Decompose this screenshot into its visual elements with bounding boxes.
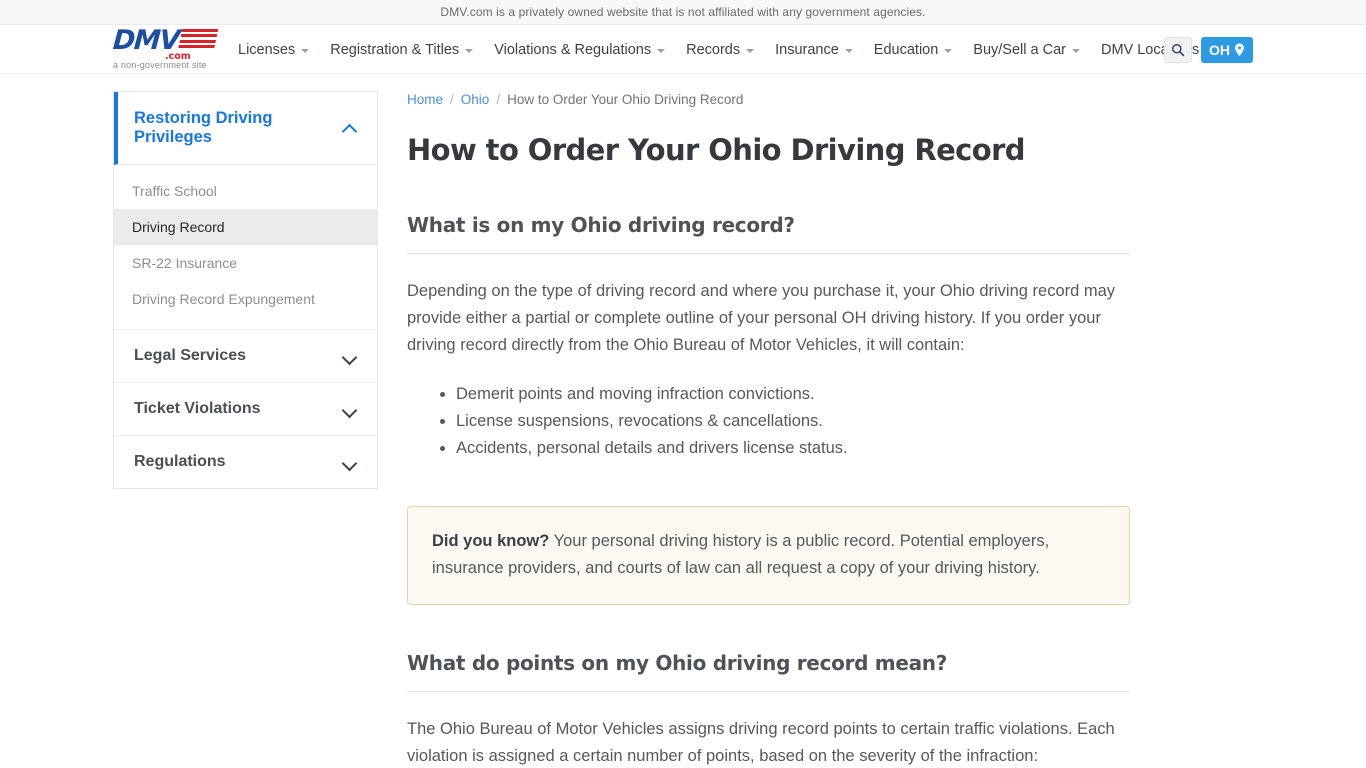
- nav-item-records[interactable]: Records: [686, 41, 755, 58]
- sidebar-section-label: Restoring Driving Privileges: [134, 109, 273, 146]
- page-body: Restoring Driving Privileges Traffic Sch…: [0, 74, 1366, 768]
- breadcrumb-separator: /: [496, 92, 501, 107]
- nav-label: Insurance: [775, 41, 839, 58]
- chevron-down-icon: [944, 48, 953, 53]
- location-pin-icon: [1235, 43, 1244, 56]
- sidebar-item-label: Driving Record Expungement: [132, 291, 315, 307]
- chevron-down-icon: [844, 48, 853, 53]
- main-navigation: Licenses Registration & Titles Violation…: [238, 25, 1199, 74]
- nav-label: Registration & Titles: [330, 41, 460, 58]
- header-actions: OH: [1164, 25, 1253, 74]
- sidebar-item-driving-record[interactable]: Driving Record: [114, 209, 377, 245]
- sidebar-section-legal-services[interactable]: Legal Services: [114, 330, 377, 383]
- section-paragraph-what-is-on-record: Depending on the type of driving record …: [407, 281, 1116, 354]
- search-button[interactable]: [1164, 36, 1192, 63]
- sidebar-section-label: Regulations: [134, 453, 226, 470]
- nav-item-violations-regulations[interactable]: Violations & Regulations: [494, 41, 666, 58]
- chevron-down-icon: [343, 455, 357, 469]
- chevron-down-icon: [657, 48, 666, 53]
- breadcrumb-separator: /: [450, 92, 454, 107]
- logo-tagline: a non-government site: [113, 60, 207, 70]
- page-title: How to Order Your Ohio Driving Record: [407, 133, 1026, 167]
- breadcrumb-current: How to Order Your Ohio Driving Record: [507, 92, 744, 107]
- sidebar-item-label: Traffic School: [132, 183, 217, 199]
- sidebar-item-driving-record-expungement[interactable]: Driving Record Expungement: [114, 281, 377, 317]
- main-content: Home / Ohio / How to Order Your Ohio Dri…: [378, 88, 1130, 768]
- record-contents-list: Demerit points and moving infraction con…: [407, 381, 1130, 462]
- list-item: Demerit points and moving infraction con…: [456, 381, 1130, 408]
- nav-label: Records: [686, 41, 741, 58]
- chevron-down-icon: [301, 48, 310, 53]
- sidebar-item-label: SR-22 Insurance: [132, 255, 238, 271]
- chevron-up-icon: [343, 121, 357, 135]
- section-heading-what-do-points-mean: What do points on my Ohio driving record…: [407, 651, 1130, 692]
- breadcrumb: Home / Ohio / How to Order Your Ohio Dri…: [407, 88, 1130, 107]
- callout-text: Did you know? Your personal driving hist…: [432, 528, 1105, 582]
- sidebar-section-items: Traffic School Driving Record SR-22 Insu…: [114, 165, 377, 330]
- chevron-down-icon: [343, 349, 357, 363]
- nav-label: Licenses: [238, 41, 296, 58]
- sidebar-section-regulations[interactable]: Regulations: [114, 436, 377, 488]
- nav-label: Violations & Regulations: [494, 41, 652, 58]
- nav-item-licenses[interactable]: Licenses: [238, 41, 310, 58]
- sidebar-navigation: Restoring Driving Privileges Traffic Sch…: [113, 91, 378, 489]
- list-item: Accidents, personal details and drivers …: [456, 435, 1130, 462]
- list-item: License suspensions, revocations & cance…: [456, 408, 1130, 435]
- chevron-down-icon: [1071, 48, 1080, 53]
- sidebar-section-ticket-violations[interactable]: Ticket Violations: [114, 383, 377, 436]
- section-heading-what-is-on-record: What is on my Ohio driving record?: [407, 213, 1130, 254]
- nav-item-insurance[interactable]: Insurance: [775, 42, 853, 58]
- chevron-down-icon: [465, 48, 474, 53]
- sidebar-section-restoring-driving-privileges[interactable]: Restoring Driving Privileges: [114, 92, 377, 165]
- disclaimer-bar: DMV.com is a privately owned website tha…: [0, 0, 1366, 25]
- site-logo[interactable]: DMV .com a non-government site: [111, 25, 225, 73]
- nav-item-registration-titles[interactable]: Registration & Titles: [330, 41, 474, 58]
- nav-label: Buy/Sell a Car: [973, 41, 1066, 58]
- logo-mark: DMV: [111, 25, 225, 56]
- section-paragraph-what-do-points-mean: The Ohio Bureau of Motor Vehicles assign…: [407, 719, 1115, 765]
- sidebar-item-traffic-school[interactable]: Traffic School: [114, 173, 377, 209]
- site-header: DMV .com a non-government site Licenses …: [0, 25, 1366, 74]
- sidebar-item-label: Driving Record: [132, 219, 225, 235]
- nav-label: Education: [873, 41, 939, 58]
- breadcrumb-link-home[interactable]: Home: [407, 92, 443, 107]
- nav-item-buy-sell-a-car[interactable]: Buy/Sell a Car: [973, 42, 1080, 58]
- chevron-down-icon: [343, 402, 357, 416]
- callout-lead: Did you know?: [432, 531, 550, 550]
- nav-item-education[interactable]: Education: [874, 42, 953, 58]
- disclaimer-text: DMV.com is a privately owned website tha…: [440, 5, 926, 19]
- state-selector-button[interactable]: OH: [1201, 36, 1253, 63]
- search-icon: [1172, 43, 1185, 56]
- sidebar-section-label: Ticket Violations: [134, 400, 261, 417]
- breadcrumb-link-ohio[interactable]: Ohio: [461, 92, 490, 107]
- flag-stripes-icon: [178, 29, 219, 51]
- did-you-know-callout: Did you know? Your personal driving hist…: [407, 505, 1130, 605]
- chevron-down-icon: [746, 48, 755, 53]
- sidebar-item-sr-22-insurance[interactable]: SR-22 Insurance: [114, 245, 377, 281]
- sidebar-section-label: Legal Services: [134, 347, 247, 364]
- state-label: OH: [1209, 41, 1230, 58]
- logo-text: DMV: [111, 25, 181, 56]
